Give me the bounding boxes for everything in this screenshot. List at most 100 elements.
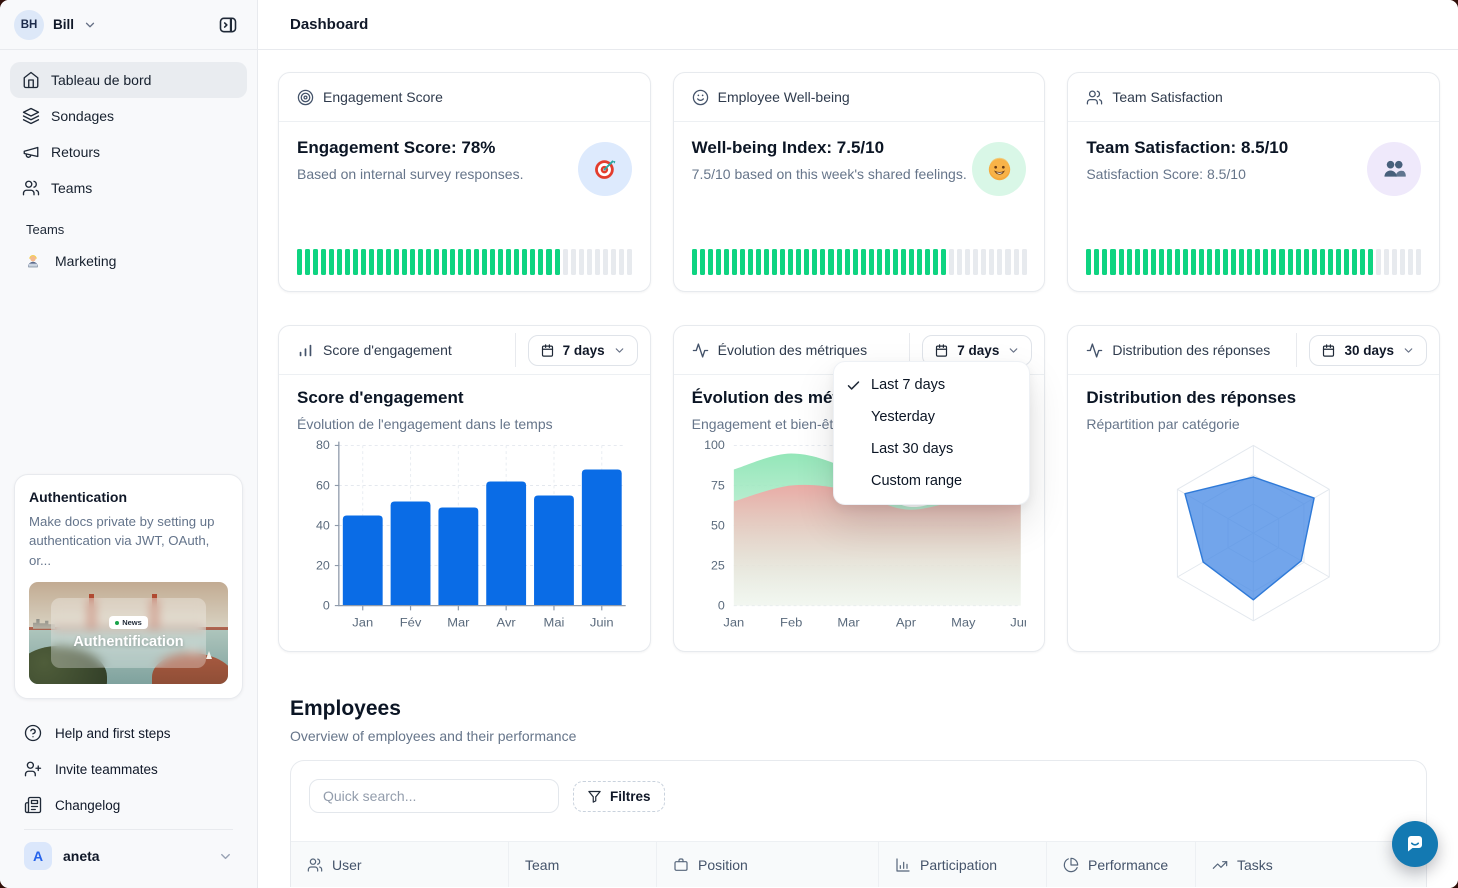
column-header-label: Position — [698, 857, 748, 873]
progress-segment — [1223, 249, 1228, 275]
progress-segment — [297, 249, 302, 275]
progress-segment — [820, 249, 825, 275]
progress-segment — [772, 249, 777, 275]
progress-segment — [997, 249, 1002, 275]
progress-segment — [973, 249, 978, 275]
date-range-button[interactable]: 30 days — [1309, 335, 1427, 366]
column-header-team[interactable]: Team — [509, 842, 657, 887]
progress-segment — [1005, 249, 1010, 275]
header-divider — [515, 333, 516, 367]
invite-teammates-link[interactable]: Invite teammates — [14, 751, 243, 787]
app-window: BH Bill Tableau de bord — [0, 0, 1458, 888]
progress-segment — [530, 249, 535, 275]
megaphone-icon — [22, 143, 40, 161]
progress-segment — [917, 249, 922, 275]
sidebar-item-sondages[interactable]: Sondages — [10, 98, 247, 134]
progress-segment — [321, 249, 326, 275]
chat-launcher-button[interactable] — [1392, 821, 1438, 867]
chart-title: Score d'engagement — [297, 388, 632, 408]
panel-toggle-icon — [218, 15, 238, 35]
progress-segment — [1336, 249, 1341, 275]
progress-segment — [482, 249, 487, 275]
card-header-label: Évolution des métriques — [718, 342, 867, 358]
progress-segment — [724, 249, 729, 275]
svg-text:Jan: Jan — [352, 616, 373, 630]
progress-segment — [925, 249, 930, 275]
date-range-button[interactable]: 7 days — [528, 335, 638, 366]
svg-text:0: 0 — [323, 599, 330, 613]
two-people-emoji — [1367, 142, 1421, 196]
sidebar-footer: Help and first steps Invite teammates Ch… — [0, 711, 257, 888]
sidebar-item-tableau-de-bord[interactable]: Tableau de bord — [10, 62, 247, 98]
progress-segment — [434, 249, 439, 275]
quick-search-input[interactable] — [309, 779, 559, 813]
sidebar-collapse-button[interactable] — [213, 10, 243, 40]
progress-segment — [740, 249, 745, 275]
progress-segment — [418, 249, 423, 275]
column-header-performance[interactable]: Performance — [1047, 842, 1196, 887]
promo-image-overlay-card: News Authentification — [51, 598, 206, 667]
responses-distribution-chart-card: Distribution des réponses 30 days — [1067, 325, 1440, 652]
progress-segment — [941, 249, 946, 275]
progress-segment — [506, 249, 511, 275]
progress-segment — [458, 249, 463, 275]
card-header: Engagement Score — [279, 73, 650, 122]
column-header-participation[interactable]: Participation — [879, 842, 1047, 887]
sidebar-divider — [24, 829, 233, 830]
column-header-label: Tasks — [1237, 857, 1273, 873]
menu-item-last-7-days[interactable]: Last 7 days — [834, 369, 1029, 401]
users-icon — [307, 857, 323, 873]
progress-segment — [345, 249, 350, 275]
menu-item-last-30-days[interactable]: Last 30 days — [834, 433, 1029, 465]
svg-text:Jan: Jan — [723, 616, 744, 630]
sidebar-item-marketing[interactable]: Marketing — [10, 243, 247, 279]
date-range-label: 7 days — [957, 343, 999, 358]
changelog-link[interactable]: Changelog — [14, 787, 243, 823]
svg-text:20: 20 — [316, 559, 330, 573]
progress-segment — [329, 249, 334, 275]
account-avatar: A — [24, 842, 52, 870]
progress-segment — [732, 249, 737, 275]
progress-segment — [949, 249, 954, 275]
column-header-user[interactable]: User — [291, 842, 509, 887]
svg-text:Juin: Juin — [590, 616, 614, 630]
progress-segment — [828, 249, 833, 275]
progress-segment — [563, 249, 568, 275]
promo-body: Make docs private by setting up authenti… — [29, 512, 228, 571]
menu-item-yesterday[interactable]: Yesterday — [834, 401, 1029, 433]
svg-text:40: 40 — [316, 519, 330, 533]
briefcase-icon — [673, 857, 689, 873]
filters-button[interactable]: Filtres — [573, 781, 665, 812]
svg-text:0: 0 — [718, 599, 725, 613]
progress-segment — [466, 249, 471, 275]
team-satisfaction-card: Team Satisfaction Team Satisfaction: 8.5… — [1067, 72, 1440, 292]
promo-title: Authentication — [29, 489, 228, 505]
svg-text:50: 50 — [711, 519, 725, 533]
progress-segment — [837, 249, 842, 275]
progress-segment — [1384, 249, 1389, 275]
newspaper-icon — [24, 796, 42, 814]
svg-text:May: May — [951, 616, 976, 630]
menu-item-custom-range[interactable]: Custom range — [834, 465, 1029, 497]
sidebar-item-label: Teams — [51, 180, 92, 196]
workspace-switcher[interactable]: BH Bill — [0, 0, 257, 50]
progress-segment — [1086, 249, 1091, 275]
sidebar-item-teams[interactable]: Teams — [10, 170, 247, 206]
card-body: Distribution des réponses Répartition pa… — [1068, 375, 1439, 651]
svg-text:Mai: Mai — [544, 616, 565, 630]
sidebar-item-retours[interactable]: Retours — [10, 134, 247, 170]
column-header-position[interactable]: Position — [657, 842, 879, 887]
progress-segment — [869, 249, 874, 275]
employees-section-header: Employees Overview of employees and thei… — [290, 697, 1426, 744]
smile-icon — [692, 89, 709, 106]
responses-radar-chart — [1086, 434, 1421, 638]
help-and-first-steps-link[interactable]: Help and first steps — [14, 715, 243, 751]
progress-segment — [748, 249, 753, 275]
account-menu[interactable]: A aneta — [14, 834, 243, 882]
svg-text:Avr: Avr — [497, 616, 516, 630]
promo-card-authentication[interactable]: Authentication Make docs private by sett… — [14, 474, 243, 699]
card-header: Employee Well-being — [674, 73, 1045, 122]
progress-segment — [1320, 249, 1325, 275]
progress-segment — [1167, 249, 1172, 275]
progress-segment — [901, 249, 906, 275]
